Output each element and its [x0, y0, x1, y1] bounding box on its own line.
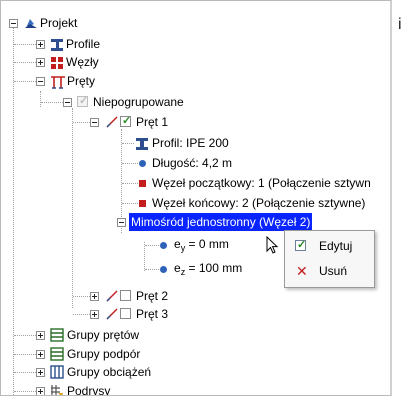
support-groups-icon — [50, 347, 64, 361]
value-dot-icon — [160, 242, 167, 249]
project-tree-panel: Projekt Profile Węzły Pręty ✓ Niepogrupo… — [0, 0, 392, 396]
expand-toggle[interactable] — [36, 40, 45, 49]
expand-toggle[interactable] — [36, 368, 45, 377]
tree-item-bar-3[interactable]: Pręt 3 — [1, 305, 390, 323]
tree-item-label: Węzeł końcowy: 2 (Połączenie sztywne) — [152, 196, 366, 210]
tree-item-ey[interactable]: ey = 0 mm — [1, 235, 281, 253]
tree-item-bar-groups[interactable]: Grupy prętów — [1, 326, 390, 344]
load-groups-icon — [50, 365, 64, 379]
bar-groups-icon — [50, 328, 64, 342]
node-square-icon — [139, 200, 146, 207]
expand-toggle[interactable] — [90, 310, 99, 319]
group-checkbox[interactable]: ✓ — [77, 95, 89, 107]
tree-item-support-groups[interactable]: Grupy podpór — [1, 345, 390, 363]
check-icon: ✓ — [122, 115, 132, 127]
underlays-icon — [51, 385, 63, 395]
tree-item-label: Grupy podpór — [67, 347, 141, 361]
check-icon: ✓ — [79, 95, 89, 107]
collapse-toggle[interactable] — [117, 218, 126, 227]
expand-toggle[interactable] — [90, 292, 99, 301]
project-icon — [25, 19, 37, 28]
tree-item-nodes[interactable]: Węzły — [1, 53, 390, 71]
tree-item-label: Pręt 2 — [136, 289, 169, 303]
tree-item-label: Węzeł początkowy: 1 (Połączenie sztywn — [152, 176, 371, 190]
bars-icon — [51, 76, 65, 89]
bar-line-icon — [106, 308, 118, 320]
delete-icon: ✕ — [296, 263, 308, 279]
tree-item-label-selected: Mimośród jednostronny (Węzeł 2) — [129, 213, 313, 231]
bar-line-icon — [106, 116, 118, 128]
length-dot-icon — [139, 160, 146, 167]
tree-item-label: Profil: IPE 200 — [152, 136, 229, 150]
tree-item-label: Grupy obciążeń — [67, 365, 152, 379]
profile-icon — [136, 138, 148, 150]
expand-toggle[interactable] — [36, 58, 45, 67]
tree-item-bars[interactable]: Pręty — [1, 72, 390, 90]
mouse-pointer-icon — [266, 236, 279, 254]
bar-checkbox[interactable]: ✓ — [120, 115, 132, 127]
tree-item-label: Pręt 3 — [136, 307, 169, 321]
tree-item-bar-1[interactable]: ✓ Pręt 1 — [1, 113, 390, 131]
value-dot-icon — [160, 266, 167, 273]
side-glyph: i — [398, 16, 402, 33]
collapse-toggle[interactable] — [36, 77, 45, 86]
collapse-toggle[interactable] — [9, 19, 18, 28]
context-menu: ✓ Edytuj ✕ Usuń — [284, 230, 375, 288]
collapse-toggle[interactable] — [63, 98, 72, 107]
tree-item-end-node[interactable]: Węzeł końcowy: 2 (Połączenie sztywne) — [1, 194, 390, 212]
node-square-icon — [139, 180, 146, 187]
menu-item-label: Edytuj — [319, 239, 353, 253]
edit-icon: ✓ — [295, 239, 307, 251]
tree-item-load-groups[interactable]: Grupy obciążeń — [1, 363, 390, 381]
bar-line-icon — [106, 290, 118, 302]
menu-item-delete[interactable]: ✕ Usuń — [285, 259, 374, 283]
tree-item-label: Profile — [66, 37, 101, 51]
collapse-toggle[interactable] — [90, 118, 99, 127]
tree-item-start-node[interactable]: Węzeł początkowy: 1 (Połączenie sztywn — [1, 174, 390, 192]
nodes-icon — [51, 57, 63, 69]
tree-item-bar-profile[interactable]: Profil: IPE 200 — [1, 134, 390, 152]
expand-toggle[interactable] — [36, 331, 45, 340]
menu-item-label: Usuń — [319, 264, 348, 278]
tree-item-bar-2[interactable]: Pręt 2 — [1, 287, 390, 305]
tree-item-eccentricity[interactable]: Mimośród jednostronny (Węzeł 2) — [1, 213, 390, 231]
tree-item-bar-length[interactable]: Długość: 4,2 m — [1, 154, 390, 172]
profile-icon — [51, 39, 63, 51]
tree-item-label: Projekt — [40, 16, 78, 30]
tree-item-label: Niepogrupowane — [93, 95, 184, 109]
tree-item-label: ez = 100 mm — [174, 261, 243, 277]
tree-item-label: Pręty — [67, 74, 96, 88]
tree-item-ez[interactable]: ez = 100 mm — [1, 259, 281, 277]
menu-item-edit[interactable]: ✓ Edytuj — [285, 234, 374, 258]
tree-item-label: Długość: 4,2 m — [152, 156, 233, 170]
tree-item-projekt[interactable]: Projekt — [1, 14, 390, 32]
tree-item-label: Podrysy — [67, 384, 111, 396]
tree-item-label: ey = 0 mm — [174, 237, 229, 253]
tree-item-underlays[interactable]: Podrysy — [1, 382, 390, 396]
tree-item-profile[interactable]: Profile — [1, 35, 390, 53]
bar-checkbox[interactable] — [120, 308, 131, 319]
tree-item-label: Węzły — [66, 55, 99, 69]
expand-toggle[interactable] — [36, 350, 45, 359]
tree-item-label: Grupy prętów — [67, 328, 140, 342]
tree-item-label: Pręt 1 — [136, 115, 169, 129]
bar-checkbox[interactable] — [120, 290, 131, 301]
tree-item-ungrouped[interactable]: ✓ Niepogrupowane — [1, 93, 390, 111]
expand-toggle[interactable] — [36, 387, 45, 395]
